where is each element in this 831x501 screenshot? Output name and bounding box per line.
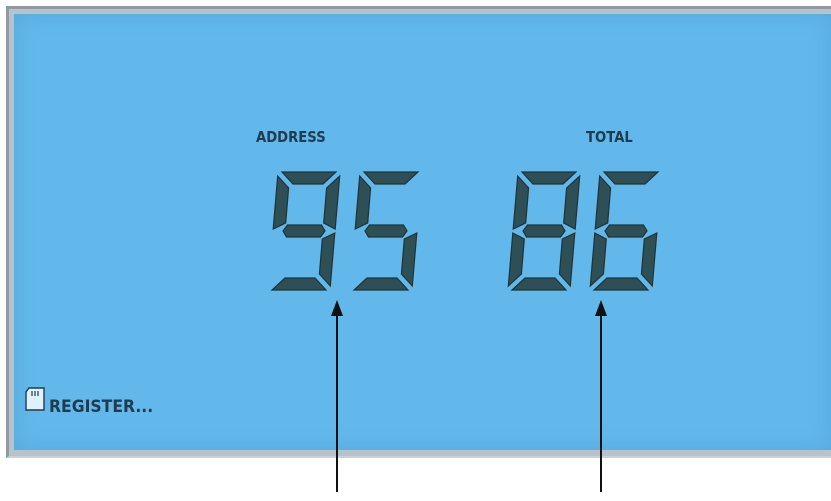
address-arrow — [331, 300, 343, 492]
lcd-display-diagram: ADDRESS TOTAL REGISTER... — [0, 0, 831, 501]
callout-arrows — [331, 300, 607, 492]
total-arrow — [595, 300, 607, 492]
